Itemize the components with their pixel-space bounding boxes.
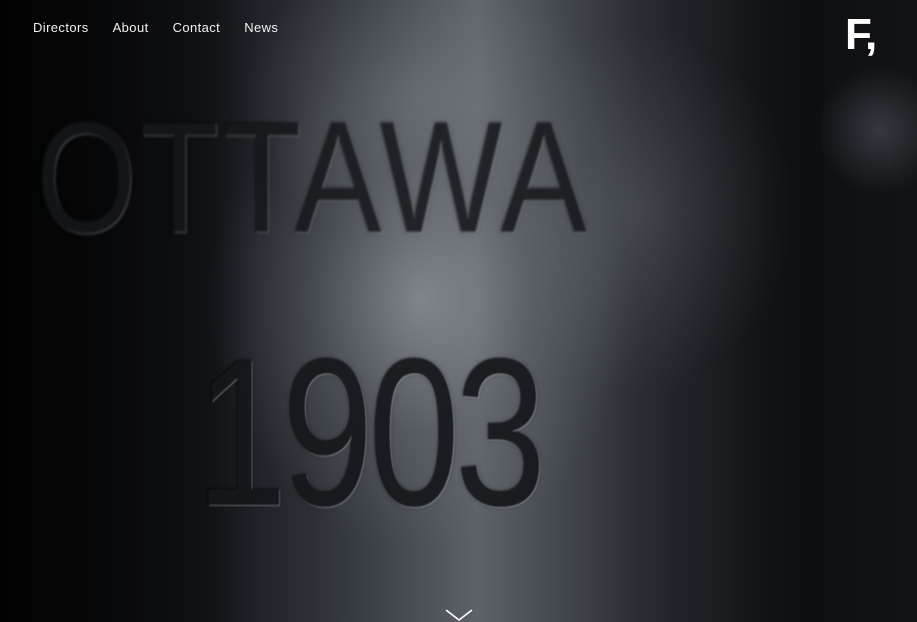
engraved-year: 1903 <box>196 315 546 550</box>
hero-video-background: OTTAWA 1903 Directors About Contact News… <box>0 0 917 622</box>
main-nav: Directors About Contact News <box>33 20 278 36</box>
nav-item-about[interactable]: About <box>113 20 149 36</box>
nav-item-contact[interactable]: Contact <box>173 20 221 36</box>
brand-logo[interactable]: F, <box>845 10 877 60</box>
scroll-down-button[interactable] <box>444 604 474 622</box>
nav-item-news[interactable]: News <box>244 20 278 36</box>
nav-item-directors[interactable]: Directors <box>33 20 89 36</box>
chevron-down-icon <box>445 609 473 622</box>
engraved-word: OTTAWA <box>36 90 591 266</box>
